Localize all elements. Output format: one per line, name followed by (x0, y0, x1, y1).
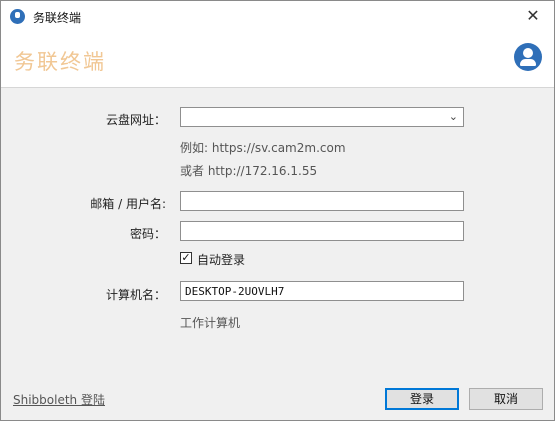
computer-name-label: 计算机名： (105, 288, 166, 302)
password-field[interactable] (180, 221, 464, 241)
chevron-down-icon[interactable]: ⌄ (449, 110, 458, 123)
username-label: 邮箱 / 用户名: (90, 197, 166, 211)
auto-login-checkbox[interactable]: ✓ (180, 252, 192, 264)
close-button[interactable]: ✕ (518, 5, 548, 27)
username-input[interactable] (181, 192, 463, 210)
title-bar: 务联终端 ✕ (1, 1, 554, 31)
header-banner: 务联终端 (1, 31, 554, 88)
cloud-url-combobox[interactable]: ⌄ (180, 107, 464, 127)
login-window: 务联终端 ✕ 务联终端 云盘网址： ⌄ 例如: https://sv.cam2m… (0, 0, 555, 421)
computer-name-hint: 工作计算机 (180, 316, 241, 330)
password-label: 密码： (129, 227, 166, 241)
brand-logo-text: 务联终端 (14, 50, 106, 74)
cloud-url-label: 云盘网址： (105, 113, 166, 127)
cancel-button[interactable]: 取消 (469, 388, 543, 410)
cloud-url-input[interactable] (181, 108, 463, 126)
cloud-url-example-hint: 例如: https://sv.cam2m.com (180, 141, 346, 155)
cloud-url-alt-hint: 或者 http://172.16.1.55 (180, 164, 318, 178)
auto-login-label[interactable]: 自动登录 (197, 251, 245, 268)
computer-name-input[interactable] (181, 282, 463, 300)
user-icon[interactable] (514, 43, 542, 71)
username-field[interactable] (180, 191, 464, 211)
shibboleth-login-link[interactable]: Shibboleth 登陆 (13, 391, 105, 408)
login-button[interactable]: 登录 (385, 388, 459, 410)
app-logo-icon (10, 9, 25, 24)
computer-name-field[interactable] (180, 281, 464, 301)
window-title: 务联终端 (33, 11, 82, 25)
password-input[interactable] (181, 222, 463, 240)
